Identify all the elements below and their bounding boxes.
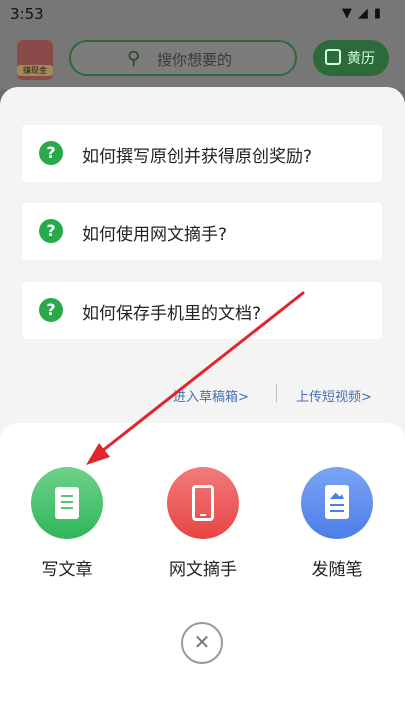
question-icon: ? (39, 298, 63, 322)
search-icon: ⚲ (127, 48, 141, 69)
status-bar: 3:53 ▼◢▮ (0, 0, 405, 28)
post-note-label: 发随笔 (311, 560, 363, 580)
calendar-button[interactable]: 黄历 (313, 40, 389, 76)
write-article-label: 写文章 (41, 560, 93, 580)
faq-text: 如何撰写原创并获得原创奖励? (82, 147, 313, 167)
note-icon (301, 467, 373, 539)
search-placeholder: 搜你想要的 (157, 51, 233, 69)
create-sheet: ? 如何撰写原创并获得原创奖励? ? 如何使用网文摘手? ? 如何保存手机里的文… (0, 87, 405, 720)
web-clipper-label: 网文摘手 (169, 560, 237, 580)
calendar-label: 黄历 (347, 51, 375, 67)
close-button[interactable]: ✕ (181, 622, 223, 664)
close-icon: ✕ (193, 630, 211, 654)
post-note-button[interactable]: 发随笔 (282, 467, 392, 580)
faq-item-clipper[interactable]: ? 如何使用网文摘手? (22, 203, 382, 260)
search-box[interactable]: ⚲ 搜你想要的 (69, 40, 297, 76)
write-article-button[interactable]: 写文章 (12, 467, 122, 580)
gift-label: 赚现金 (17, 65, 53, 76)
top-bar: 赚现金 ⚲ 搜你想要的 黄历 (0, 28, 405, 90)
faq-item-save-documents[interactable]: ? 如何保存手机里的文档? (22, 282, 382, 339)
write-article-icon (31, 467, 103, 539)
faq-item-original-reward[interactable]: ? 如何撰写原创并获得原创奖励? (22, 125, 382, 182)
link-divider (276, 384, 277, 402)
phone-icon (167, 467, 239, 539)
question-icon: ? (39, 219, 63, 243)
sheet-links: 进入草稿箱> 上传短视频> (0, 384, 405, 406)
status-time: 3:53 (10, 5, 44, 23)
faq-text: 如何保存手机里的文档? (82, 304, 262, 324)
action-panel: 写文章 网文摘手 发随笔 ✕ (0, 423, 405, 720)
upload-video-link[interactable]: 上传短视频> (296, 386, 372, 405)
status-icons: ▼◢▮ (341, 6, 387, 21)
drafts-link[interactable]: 进入草稿箱> (173, 386, 249, 405)
calendar-icon (325, 49, 341, 65)
question-icon: ? (39, 141, 63, 165)
faq-text: 如何使用网文摘手? (82, 225, 228, 245)
web-clipper-button[interactable]: 网文摘手 (148, 467, 258, 580)
